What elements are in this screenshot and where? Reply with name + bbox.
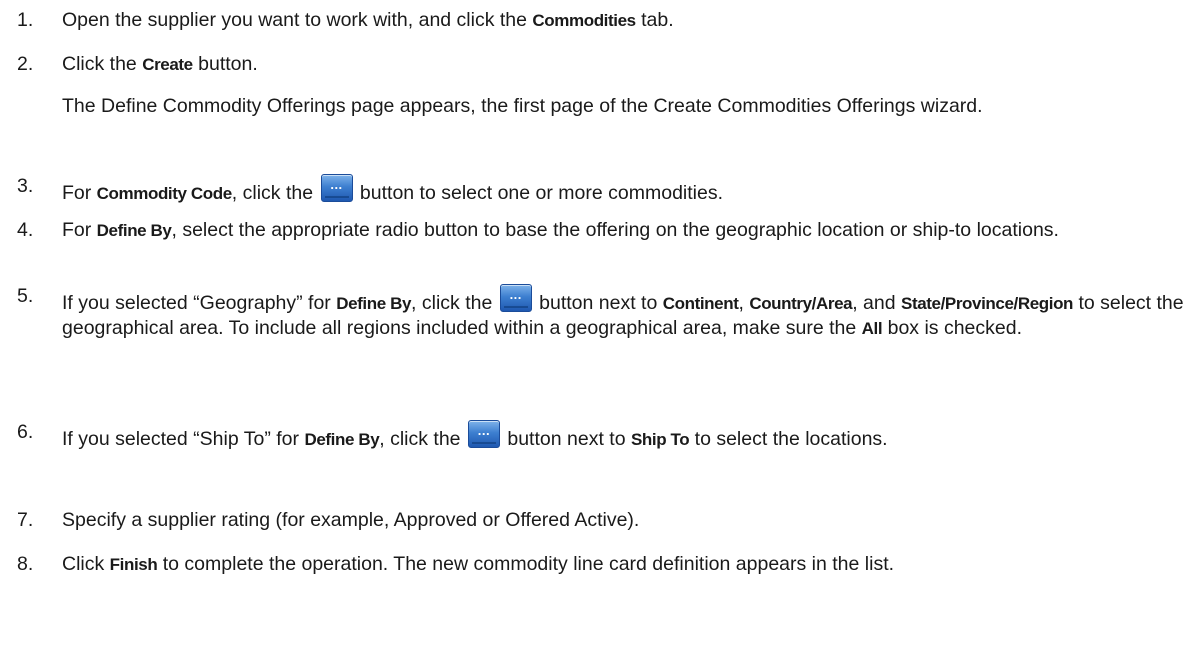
ui-label-country-area: Country/Area <box>749 294 853 313</box>
step-number: 7. <box>17 509 34 531</box>
ui-label-create-button: Create <box>142 55 193 74</box>
ui-label-define-by: Define By <box>304 430 380 449</box>
step-3: 3. For Commodity Code, click the ... but… <box>17 174 1187 206</box>
step-text: Open the supplier you want to work with,… <box>62 9 674 31</box>
step-2-note: The Define Commodity Offerings page appe… <box>62 95 983 117</box>
step-number: 8. <box>17 553 34 575</box>
step-number: 5. <box>17 285 34 307</box>
ui-label-all: All <box>861 319 883 338</box>
step-7: 7. Specify a supplier rating (for exampl… <box>17 508 1187 532</box>
ellipsis-button-icon: ... <box>320 174 353 202</box>
step-5: 5. If you selected “Geography” for Defin… <box>17 284 1187 341</box>
step-text: Click Finish to complete the operation. … <box>62 553 895 575</box>
step-text: For Commodity Code, click the ... button… <box>62 174 1187 206</box>
step-text: If you selected “Ship To” for Define By,… <box>62 420 1187 452</box>
ellipsis-button-icon: ... <box>467 420 500 448</box>
ellipsis-button-icon: ... <box>499 284 532 312</box>
step-number: 4. <box>17 219 34 241</box>
step-number: 3. <box>17 175 34 197</box>
step-8: 8. Click Finish to complete the operatio… <box>17 552 1187 577</box>
step-4: 4. For Define By, select the appropriate… <box>17 218 1187 243</box>
ui-label-state-province-region: State/Province/Region <box>901 294 1074 313</box>
ui-label-commodity-code: Commodity Code <box>96 184 233 203</box>
step-text: Click the Create button. <box>62 53 258 75</box>
ui-label-commodities-tab: Commodities <box>532 11 636 30</box>
step-text: For Define By, select the appropriate ra… <box>62 219 1059 241</box>
ui-label-define-by: Define By <box>96 221 172 240</box>
ui-label-continent: Continent <box>662 294 739 313</box>
step-6: 6. If you selected “Ship To” for Define … <box>17 420 1187 452</box>
step-text: If you selected “Geography” for Define B… <box>62 284 1187 341</box>
ui-label-ship-to: Ship To <box>630 430 690 449</box>
step-text: Specify a supplier rating (for example, … <box>62 509 640 531</box>
ui-label-define-by: Define By <box>336 294 412 313</box>
step-1: 1. Open the supplier you want to work wi… <box>17 8 1187 33</box>
ui-label-finish: Finish <box>109 555 158 574</box>
step-number: 2. <box>17 53 34 75</box>
step-number: 1. <box>17 9 34 31</box>
step-2: 2. Click the Create button. <box>17 52 1187 77</box>
step-number: 6. <box>17 421 34 443</box>
